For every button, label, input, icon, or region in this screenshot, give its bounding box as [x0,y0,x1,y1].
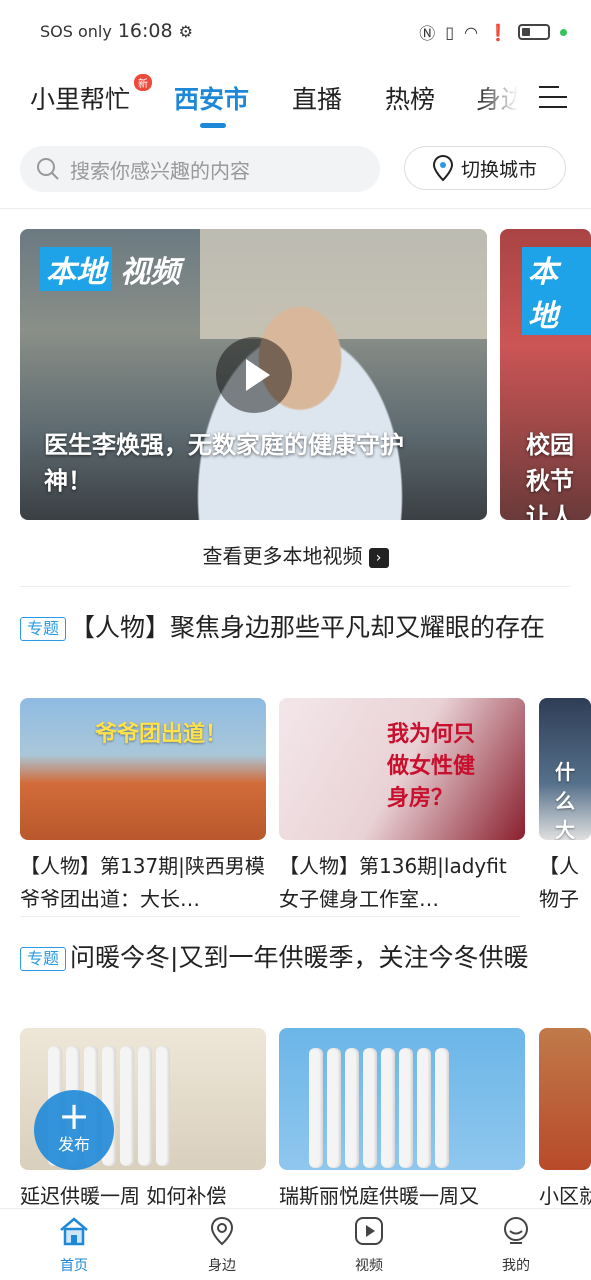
tab-xiaoli-help[interactable]: 小里帮忙 [30,80,130,116]
divider [20,916,520,917]
carrier-text: SOS only [40,21,112,41]
local-video-tag: 本地 [522,247,591,335]
nav-video[interactable]: 视频 [319,1215,419,1275]
video-icon [355,1217,383,1245]
play-icon[interactable] [216,337,292,413]
home-icon [60,1217,88,1246]
new-badge: 新 [134,74,152,91]
topic-card[interactable]: 我为何只做女性健身房？ 【人物】第136期|ladyfit女子健身工作室… [279,698,525,916]
video-caption: 校园秋节让人 [526,431,574,520]
topic-title[interactable]: 专题 问暖今冬|又到一年供暖季，关注今冬供暖 [20,938,570,978]
card-title: 【人物子也想 [539,854,579,911]
active-tab-indicator [200,123,226,128]
menu-icon[interactable] [539,86,567,108]
plus-icon: + [58,1094,90,1138]
indicator-dot [560,28,567,36]
alert-icon: ❗ [488,22,508,42]
nav-profile[interactable]: 我的 [466,1215,566,1275]
local-video-card[interactable]: 本地 校园秋节让人 [500,229,591,520]
more-local-videos-link[interactable]: 查看更多本地视频 › [0,540,591,569]
local-video-tag: 本地 视频 [40,247,188,291]
card-thumbnail [279,1028,525,1170]
switch-city-label: 切换城市 [460,158,537,181]
topic-title[interactable]: 专题 【人物】聚焦身边那些平凡却又耀眼的存在 [20,608,570,648]
nfc-icon: Ⓝ [419,24,436,43]
publish-button[interactable]: + 发布 [34,1090,114,1170]
card-thumbnail: 什么大 [539,698,591,840]
tab-live[interactable]: 直播 [292,80,342,116]
bottom-navigation: 首页 身边 视频 我的 [0,1208,591,1280]
local-video-card[interactable]: 本地 视频 医生李焕强，无数家庭的健康守护神！ [20,229,487,520]
topic-card[interactable]: 什么大 【人物子也想 [539,698,591,916]
topic-tag: 专题 [20,947,67,971]
top-tab-bar: 小里帮忙 新 西安市 直播 热榜 身边 [0,70,591,130]
settings-icon: ⚙ [178,21,193,41]
nav-nearby[interactable]: 身边 [172,1215,272,1275]
card-thumbnail: 爷爷团出道！ [20,698,266,840]
card-thumbnail: 我为何只做女性健身房？ [279,698,525,840]
divider [20,586,571,587]
topic-tag: 专题 [20,617,67,641]
chevron-right-icon: › [368,547,389,568]
wifi-icon: ◠ [464,22,479,42]
search-placeholder: 搜索你感兴趣的内容 [70,158,250,183]
nav-home[interactable]: 首页 [24,1215,124,1275]
tab-xian-city[interactable]: 西安市 [174,80,249,116]
profile-icon [504,1217,528,1244]
status-bar: SOS only 16:08 ⚙ Ⓝ ▯ ◠ ❗ [0,0,591,64]
card-title: 【人物】第136期|ladyfit女子健身工作室… [279,854,507,911]
location-pin-icon [432,155,453,181]
card-title: 【人物】第137期|陕西男模爷爷团出道：大长… [20,854,265,911]
clock: 16:08 [117,20,173,42]
card-thumbnail [539,1028,591,1170]
vibrate-icon: ▯ [445,22,455,42]
search-input[interactable]: 搜索你感兴趣的内容 [20,146,380,192]
switch-city-button[interactable]: 切换城市 [404,146,566,190]
topic-card[interactable]: 爷爷团出道！ 【人物】第137期|陕西男模爷爷团出道：大长… [20,698,266,916]
battery-icon [518,24,550,40]
divider [0,208,591,209]
tab-hot-list[interactable]: 热榜 [385,80,435,116]
search-icon [37,158,59,180]
video-caption: 医生李焕强，无数家庭的健康守护神！ [44,431,404,495]
location-icon [210,1216,234,1246]
